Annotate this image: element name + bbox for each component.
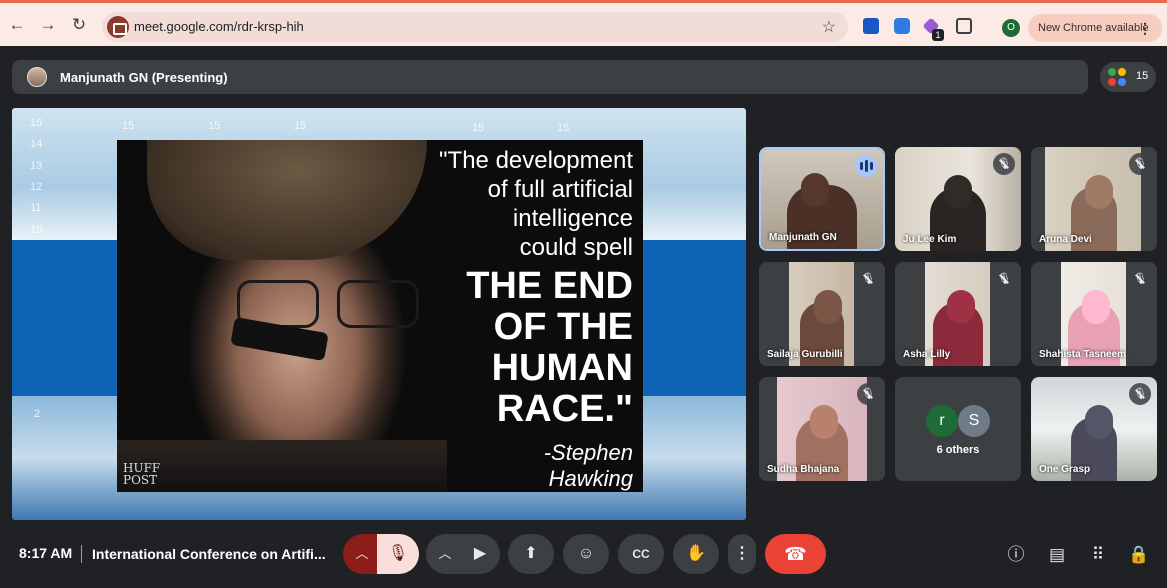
quote-line: could spell: [519, 234, 633, 261]
quote-emphasis-line: RACE.": [496, 388, 633, 430]
mic-off-icon: 🎙: [993, 153, 1015, 175]
present-screen-button[interactable]: ⬆: [508, 534, 554, 574]
meeting-clock: 8:17 AM: [19, 545, 73, 561]
participant-tile[interactable]: Manjunath GN: [759, 147, 885, 251]
forward-arrow-icon[interactable]: →: [37, 14, 59, 36]
participant-name: Manjunath GN: [769, 232, 837, 243]
ruler-tick: 15: [472, 122, 485, 134]
meeting-title: International Conference on Artifi...: [92, 546, 326, 562]
participant-name: Shahista Tasneem: [1039, 349, 1127, 360]
quote-image: HUFF POST "The development of full artif…: [117, 140, 643, 492]
participant-avatar: r: [926, 405, 958, 437]
audio-options-chevron-icon[interactable]: ︿: [343, 534, 381, 574]
participant-name: Sudha Bhajana: [767, 464, 840, 475]
reload-icon[interactable]: ↻: [68, 14, 90, 36]
participant-tile[interactable]: 🎙 Sudha Bhajana: [759, 377, 885, 481]
quote-line: of full artificial: [487, 176, 633, 203]
huffpost-logo: HUFF POST: [123, 461, 161, 487]
ruler-tick: 15: [122, 120, 135, 132]
profile-avatar[interactable]: O: [1002, 19, 1020, 37]
presenter-avatar: [27, 67, 47, 87]
quote-emphasis-line: OF THE: [493, 306, 633, 348]
meeting-info-icon[interactable]: ⓘ: [1005, 544, 1027, 566]
emoji-reaction-button[interactable]: ☺: [563, 534, 609, 574]
ruler-tick: 12: [30, 181, 43, 193]
mic-off-icon: 🎙: [1129, 153, 1151, 175]
ruler-tick: 2: [34, 408, 41, 420]
extension-cast-icon[interactable]: [863, 18, 879, 34]
ruler-tick: 11: [30, 202, 42, 214]
participant-tile[interactable]: 🎙 Asha Lilly: [895, 262, 1021, 366]
shared-screen: 15 15 15 15 15 15 14 13 12 11 10 2 HUFF …: [12, 108, 746, 520]
participant-tile[interactable]: 🎙 Aruna Devi: [1031, 147, 1157, 251]
url-text[interactable]: meet.google.com/rdr-krsp-hih: [134, 19, 304, 34]
microphone-off-button[interactable]: 🎙: [377, 534, 419, 574]
chat-icon[interactable]: ▤: [1046, 544, 1068, 566]
ruler-tick: 15: [294, 120, 307, 132]
more-options-kebab-icon[interactable]: ⋮: [728, 534, 756, 574]
address-bar[interactable]: meet.google.com/rdr-krsp-hih ☆: [102, 12, 848, 42]
ruler-tick: 15: [30, 117, 43, 129]
quote-emphasis-line: HUMAN: [491, 347, 633, 389]
participant-name: One Grasp: [1039, 464, 1091, 475]
participant-name: Ju Lee Kim: [903, 234, 957, 245]
others-label: 6 others: [936, 444, 980, 456]
divider: [81, 545, 82, 563]
participants-button[interactable]: 15: [1100, 62, 1156, 92]
bookmark-star-icon[interactable]: ☆: [822, 17, 836, 37]
host-controls-lock-icon[interactable]: 🔒: [1128, 544, 1150, 566]
video-options-chevron-icon[interactable]: ︿: [426, 534, 464, 574]
mic-off-icon: 🎙: [857, 383, 879, 405]
camera-button[interactable]: ▶: [460, 534, 500, 574]
quote-author: Hawking: [548, 466, 633, 491]
ruler-tick: 13: [30, 160, 43, 172]
extension-badge: 1: [932, 29, 944, 41]
raise-hand-button[interactable]: ✋: [673, 534, 719, 574]
participant-avatar: S: [958, 405, 990, 437]
mic-off-icon: 🎙: [1129, 268, 1151, 290]
speaking-indicator-icon: [855, 155, 877, 177]
back-arrow-icon[interactable]: ←: [6, 14, 28, 36]
quote-text: "The development of full artificial inte…: [373, 146, 633, 492]
ruler-tick: 10: [30, 224, 43, 236]
participant-tile[interactable]: 🎙 Ju Lee Kim: [895, 147, 1021, 251]
participants-icon: [1108, 68, 1126, 86]
chrome-update-button[interactable]: New Chrome available ⋮: [1028, 14, 1162, 42]
mic-off-icon: 🎙: [1129, 383, 1151, 405]
participant-tile[interactable]: 🎙 Sailaja Gurubilli: [759, 262, 885, 366]
presenter-label: Manjunath GN (Presenting): [60, 70, 228, 85]
captions-button[interactable]: CC: [618, 534, 664, 574]
extension-translate-icon[interactable]: [894, 18, 910, 34]
participant-tile[interactable]: 🎙 One Grasp: [1031, 377, 1157, 481]
quote-line: "The development: [439, 147, 633, 174]
kebab-menu-icon[interactable]: ⋮: [1138, 14, 1152, 42]
others-tile[interactable]: r S 6 others: [895, 377, 1021, 481]
participant-count: 15: [1136, 70, 1149, 82]
presentation-header: Manjunath GN (Presenting): [12, 60, 1088, 94]
ruler-tick: 14: [30, 138, 43, 150]
participant-name: Sailaja Gurubilli: [767, 349, 843, 360]
extensions-puzzle-icon[interactable]: [956, 18, 972, 34]
participant-name: Aruna Devi: [1039, 234, 1092, 245]
participant-tile[interactable]: 🎙 Shahista Tasneem: [1031, 262, 1157, 366]
participant-name: Asha Lilly: [903, 349, 951, 360]
update-label: New Chrome available: [1038, 22, 1149, 34]
ruler-tick: 15: [208, 120, 221, 132]
quote-line: intelligence: [512, 205, 633, 232]
quote-emphasis-line: THE END: [466, 265, 633, 307]
mic-off-icon: 🎙: [857, 268, 879, 290]
mic-off-icon: 🎙: [993, 268, 1015, 290]
quote-author: -Stephen: [543, 440, 633, 465]
browser-toolbar: ← → ↻ meet.google.com/rdr-krsp-hih ☆ 1 O…: [0, 0, 1167, 46]
leave-call-button[interactable]: ☎: [765, 534, 826, 574]
ruler-tick: 15: [557, 122, 570, 134]
site-info-icon[interactable]: [107, 16, 129, 38]
activities-grid-icon[interactable]: ⠿: [1087, 544, 1109, 566]
